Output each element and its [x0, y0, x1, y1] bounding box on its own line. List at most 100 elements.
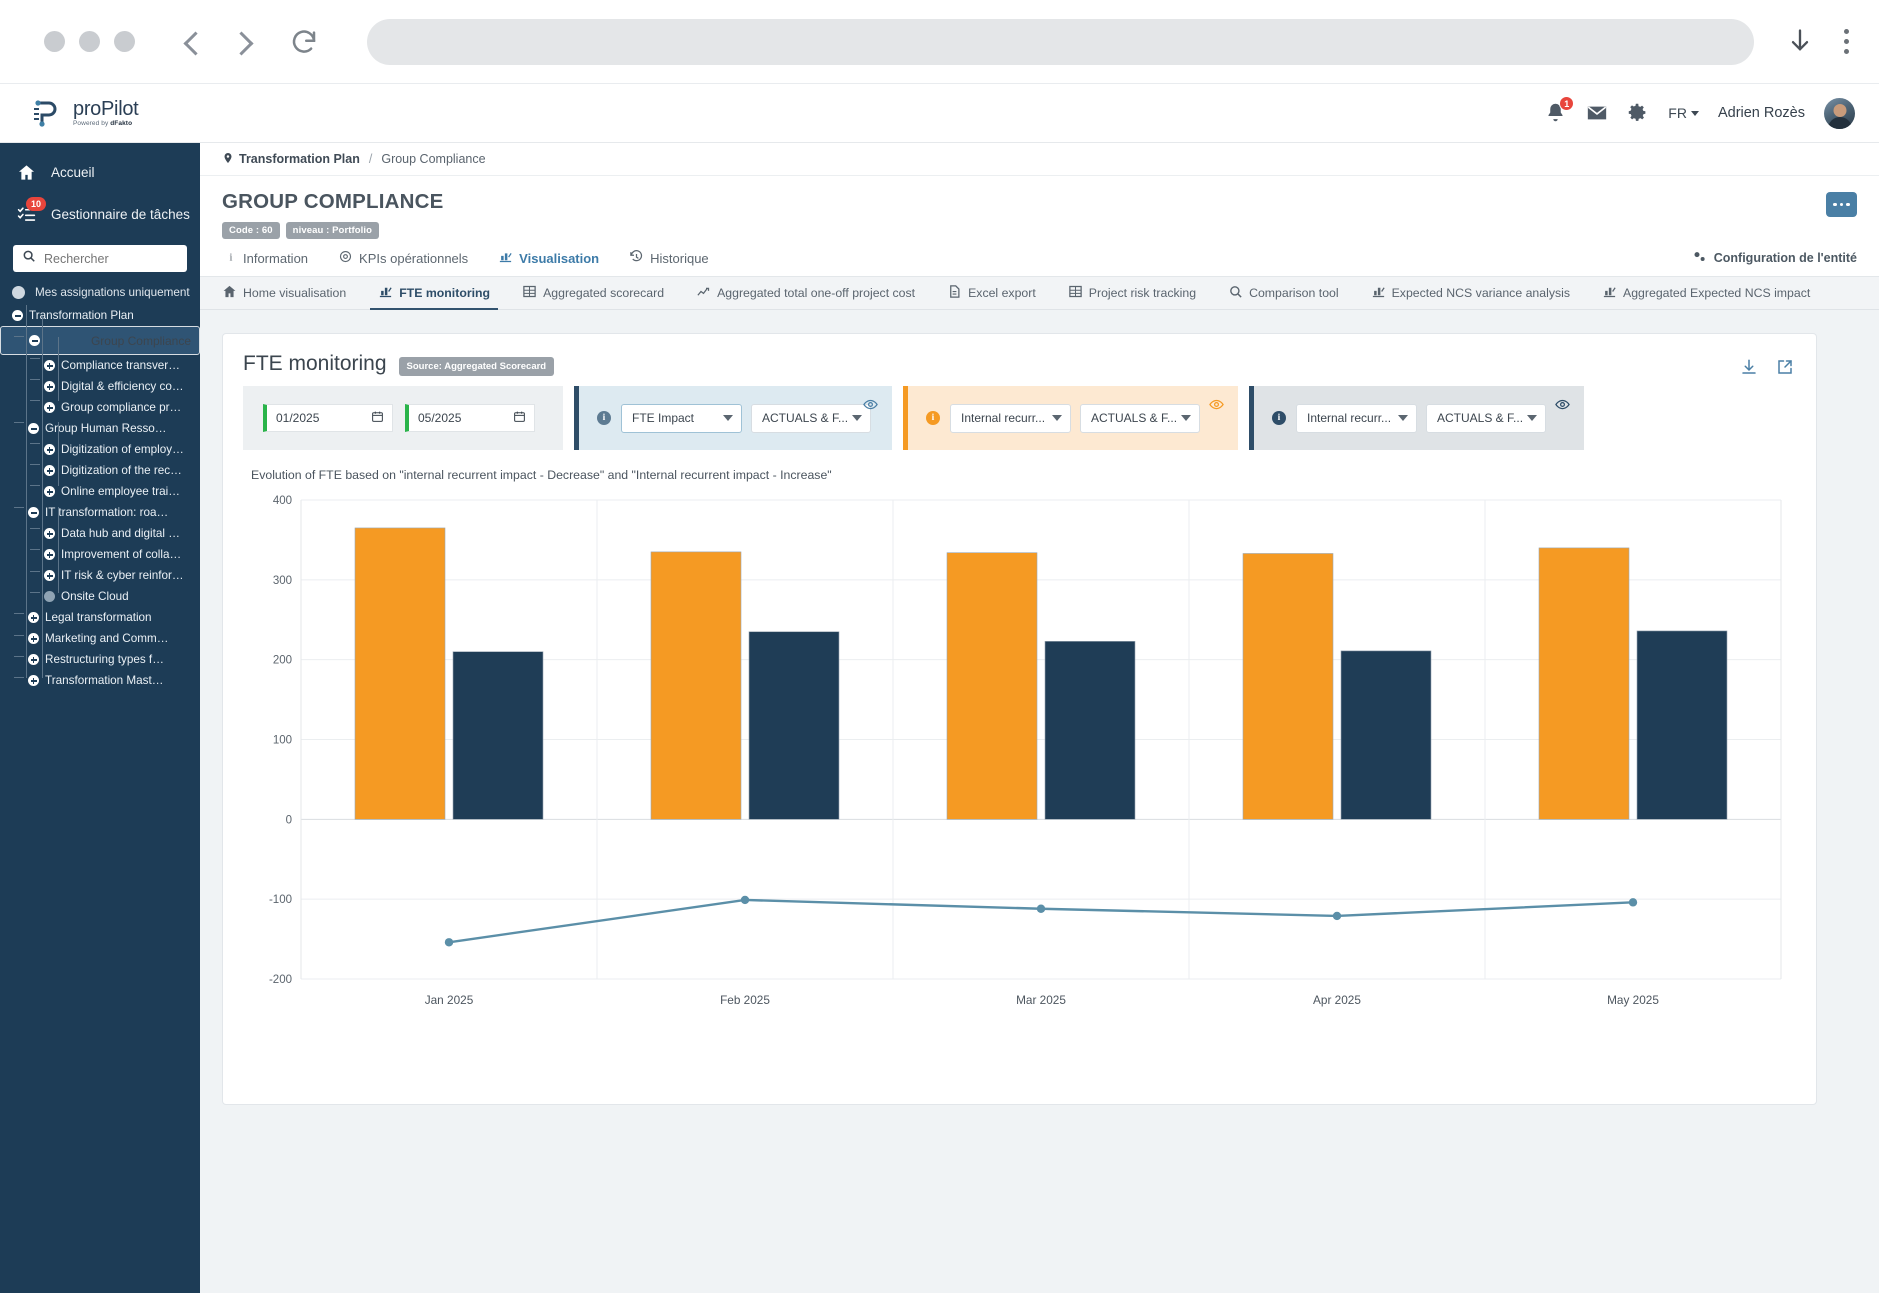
language-selector[interactable]: FR	[1668, 105, 1699, 121]
close-dot[interactable]	[44, 31, 65, 52]
scenario-select-1[interactable]: ACTUALS & F...	[751, 404, 871, 433]
subtab-aggregated-scorecard[interactable]: Aggregated scorecard	[506, 277, 680, 309]
browser-menu-icon[interactable]	[1844, 29, 1849, 54]
notifications-bell-icon[interactable]: 1	[1545, 102, 1567, 124]
svg-text:i: i	[230, 252, 233, 263]
back-icon[interactable]	[183, 31, 205, 53]
page-actions-button[interactable]	[1826, 192, 1857, 217]
tree-toggle-icon[interactable]	[44, 486, 55, 497]
eye-icon[interactable]	[1555, 397, 1570, 412]
subtab-aggregated-expected-ncs-impact[interactable]: Aggregated Expected NCS impact	[1586, 277, 1826, 309]
bar-chart-icon	[1371, 284, 1386, 302]
tree-item-improvement-of-collabor[interactable]: Improvement of collabor...	[0, 544, 200, 565]
chart-svg: 4003002001000-100-200Jan 2025Feb 2025Mar…	[245, 492, 1793, 1027]
eye-icon[interactable]	[1209, 397, 1224, 412]
tree-item-group-compliance[interactable]: Group Compliance	[0, 326, 200, 355]
tree-toggle-icon[interactable]	[44, 381, 55, 392]
subtab-comparison-tool[interactable]: Comparison tool	[1212, 277, 1355, 309]
tree-toggle-icon[interactable]	[29, 335, 40, 346]
sidebar-search[interactable]	[13, 245, 187, 272]
eye-icon[interactable]	[863, 397, 878, 412]
subtab-home-visualisation[interactable]: Home visualisation	[222, 277, 362, 309]
tree-connector	[58, 507, 59, 592]
tree-toggle-icon[interactable]	[28, 675, 39, 686]
download-icon[interactable]	[1740, 358, 1758, 376]
tab-kpis-op-rationnels[interactable]: KPIs opérationnels	[338, 249, 468, 276]
minimize-dot[interactable]	[79, 31, 100, 52]
download-icon[interactable]	[1786, 25, 1814, 59]
breadcrumb-root[interactable]: Transformation Plan	[222, 152, 360, 167]
target-icon	[338, 249, 353, 267]
location-pin-icon	[222, 152, 234, 167]
tree-item-online-employee-trainin[interactable]: Online employee trainin...	[0, 481, 200, 502]
fte-monitoring-card: FTE monitoring Source: Aggregated Scorec…	[222, 333, 1817, 1105]
info-icon[interactable]: i	[597, 411, 611, 425]
tree-toggle-icon[interactable]	[28, 507, 39, 518]
tree-toggle-icon[interactable]	[44, 528, 55, 539]
scenario-select-2[interactable]: ACTUALS & F...	[1080, 404, 1200, 433]
entity-configuration-link[interactable]: Configuration de l'entité	[1692, 249, 1857, 267]
metric-select-3[interactable]: Internal recurr...	[1296, 404, 1417, 433]
maximize-dot[interactable]	[114, 31, 135, 52]
file-icon	[947, 284, 962, 302]
tree-toggle-icon[interactable]	[44, 549, 55, 560]
metric-select-2[interactable]: Internal recurr...	[950, 404, 1071, 433]
date-to-field[interactable]: 05/2025	[405, 404, 535, 432]
subtab-project-risk-tracking[interactable]: Project risk tracking	[1052, 277, 1212, 309]
tree-item-marketing-and-communica[interactable]: Marketing and Communica...	[0, 628, 200, 649]
tab-historique[interactable]: Historique	[629, 249, 709, 276]
tree-item-transformation-master-pla[interactable]: Transformation Master Pla...	[0, 670, 200, 691]
tree-toggle-icon[interactable]	[44, 465, 55, 476]
tree-toggle-icon[interactable]	[28, 654, 39, 665]
search-input[interactable]	[44, 252, 178, 266]
tree-toggle-icon[interactable]	[44, 360, 55, 371]
calendar-icon	[371, 410, 384, 426]
date-from-field[interactable]: 01/2025	[263, 404, 393, 432]
info-icon[interactable]: i	[926, 411, 940, 425]
tree-toggle-icon[interactable]	[44, 402, 55, 413]
tree-toggle-icon[interactable]	[28, 633, 39, 644]
assignments-toggle[interactable]: Mes assignations uniquement	[0, 283, 200, 305]
breadcrumb-separator: /	[369, 152, 372, 166]
logo[interactable]: proPilot Powered by dFakto	[22, 96, 138, 130]
tree-toggle-icon[interactable]	[28, 423, 39, 434]
tree-item-restructuring-types-for-firms[interactable]: Restructuring types for firms	[0, 649, 200, 670]
metric-select-1[interactable]: FTE Impact	[621, 404, 742, 433]
tree-item-onsite-cloud[interactable]: Onsite Cloud	[0, 586, 200, 607]
tree-item-it-transformation-road-to[interactable]: IT transformation: road to ...	[0, 502, 200, 523]
tree-item-transformation-plan[interactable]: Transformation Plan	[0, 305, 200, 326]
avatar[interactable]	[1824, 98, 1855, 129]
reload-icon[interactable]	[289, 27, 319, 57]
tree-toggle-icon[interactable]	[12, 310, 23, 321]
subtab-excel-export[interactable]: Excel export	[931, 277, 1052, 309]
tree-connector	[30, 443, 40, 444]
window-controls[interactable]	[44, 31, 135, 52]
address-bar[interactable]	[367, 19, 1754, 65]
gear-icon[interactable]	[1627, 102, 1649, 124]
tree-item-it-risk-cyber-reinforce[interactable]: IT risk & cyber reinforce...	[0, 565, 200, 586]
mail-icon[interactable]	[1586, 102, 1608, 124]
subtab-aggregated-total-one-off-project-cost[interactable]: Aggregated total one-off project cost	[680, 277, 931, 309]
sidebar-item-home[interactable]: Accueil	[0, 151, 200, 193]
subtab-fte-monitoring[interactable]: FTE monitoring	[362, 277, 506, 309]
chart-icon	[498, 249, 513, 267]
tree-toggle-icon[interactable]	[28, 612, 39, 623]
tree-toggle-icon[interactable]	[44, 570, 55, 581]
sidebar-item-tasks[interactable]: 10 Gestionnaire de tâches	[0, 193, 200, 235]
bar-chart-icon	[1602, 284, 1617, 302]
search-icon	[1228, 284, 1243, 302]
tree-connector	[30, 485, 40, 486]
scenario-select-3[interactable]: ACTUALS & F...	[1426, 404, 1546, 433]
tree-item-group-human-ressources[interactable]: Group Human Ressources	[0, 418, 200, 439]
tree-item-data-hub-and-digital-plat[interactable]: Data hub and digital plat...	[0, 523, 200, 544]
info-icon[interactable]: i	[1272, 411, 1286, 425]
tab-visualisation[interactable]: Visualisation	[498, 249, 599, 276]
forward-icon[interactable]	[233, 31, 255, 53]
external-link-icon[interactable]	[1776, 358, 1794, 376]
tree-toggle-icon[interactable]	[44, 591, 55, 602]
tree-item-legal-transformation[interactable]: Legal transformation	[0, 607, 200, 628]
subtab-label: Aggregated scorecard	[543, 286, 664, 300]
tab-information[interactable]: iInformation	[222, 249, 308, 276]
subtab-expected-ncs-variance-analysis[interactable]: Expected NCS variance analysis	[1355, 277, 1586, 309]
tree-toggle-icon[interactable]	[44, 444, 55, 455]
